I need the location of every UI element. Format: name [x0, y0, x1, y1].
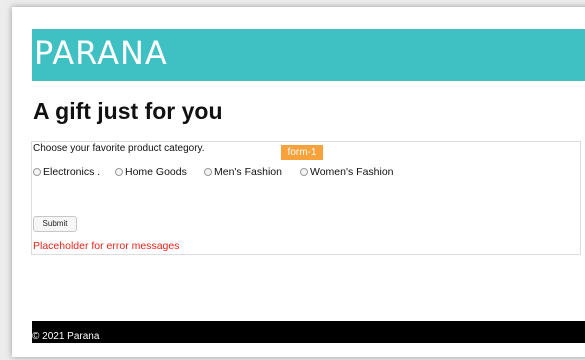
- radio-option-home-goods[interactable]: Home Goods: [115, 166, 187, 178]
- radio-option-womens-fashion[interactable]: Women's Fashion: [300, 166, 394, 178]
- radio-button[interactable]: [115, 168, 123, 176]
- page-title: A gift just for you: [33, 98, 223, 124]
- radio-button[interactable]: [204, 168, 212, 176]
- radio-label: Electronics .: [43, 166, 101, 178]
- radio-option-electronics[interactable]: Electronics .: [33, 166, 100, 178]
- radio-label: Women's Fashion: [310, 166, 394, 178]
- header-banner: PARANA: [32, 29, 585, 81]
- brand-logo[interactable]: PARANA: [34, 31, 168, 75]
- form-label-badge: form-1: [281, 145, 323, 160]
- radio-button[interactable]: [33, 168, 41, 176]
- radio-button[interactable]: [300, 168, 308, 176]
- page: PARANA A gift just for you form-1 Choose…: [12, 7, 585, 357]
- radio-label: Home Goods: [125, 166, 187, 178]
- error-message: Placeholder for error messages: [33, 240, 180, 252]
- copyright-text: © 2021 Parana: [32, 331, 100, 342]
- submit-button[interactable]: Submit: [33, 216, 77, 232]
- radio-option-mens-fashion[interactable]: Men's Fashion: [204, 166, 282, 178]
- radio-label: Men's Fashion: [214, 166, 282, 178]
- footer: © 2021 Parana: [32, 321, 585, 343]
- form-question: Choose your favorite product category.: [33, 143, 205, 154]
